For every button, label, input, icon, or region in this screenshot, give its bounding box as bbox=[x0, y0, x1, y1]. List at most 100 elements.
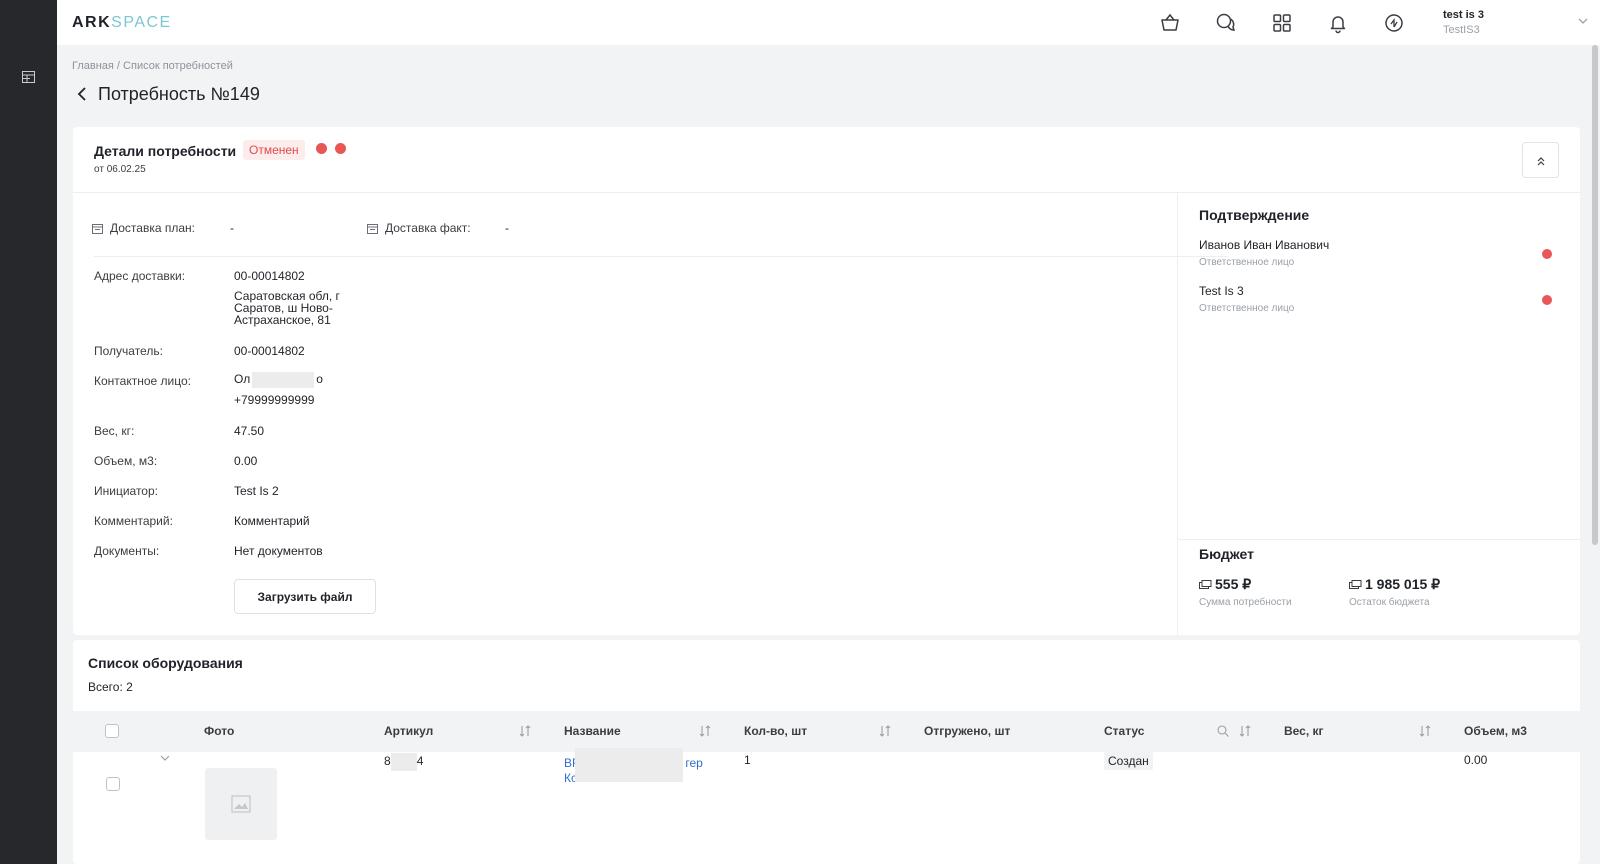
sort-icon[interactable] bbox=[518, 724, 532, 738]
collapse-button[interactable] bbox=[1522, 142, 1559, 178]
documents-value: Нет документов bbox=[234, 544, 323, 558]
need-sum-label: Сумма потребности bbox=[1199, 597, 1292, 608]
budget-title: Бюджет bbox=[1199, 546, 1254, 562]
back-arrow-icon[interactable] bbox=[74, 86, 90, 102]
budget-remaining-label: Остаток бюджета bbox=[1349, 597, 1430, 608]
image-placeholder-icon bbox=[231, 795, 251, 813]
status-dot bbox=[316, 143, 327, 154]
weight-value: 47.50 bbox=[234, 424, 265, 438]
chat-icon[interactable] bbox=[1215, 12, 1237, 34]
breadcrumb-current[interactable]: Список потребностей bbox=[123, 60, 233, 72]
sidebar bbox=[0, 0, 57, 864]
select-all-checkbox[interactable] bbox=[105, 724, 119, 738]
column-header-quantity[interactable]: Кол-во, шт bbox=[744, 724, 807, 738]
delivery-fact-label: Доставка факт: bbox=[385, 221, 471, 235]
comment-label: Комментарий: bbox=[94, 514, 173, 528]
recipient-value: 00-00014802 bbox=[234, 344, 305, 358]
divider bbox=[73, 192, 1580, 193]
details-title: Детали потребности bbox=[94, 143, 237, 159]
sort-icon[interactable] bbox=[878, 724, 892, 738]
column-header-name[interactable]: Название bbox=[564, 724, 621, 738]
volume-label: Объем, м3: bbox=[94, 454, 158, 468]
equipment-total: Всего: 2 bbox=[88, 680, 133, 694]
chevron-down-icon[interactable] bbox=[160, 754, 170, 762]
confirmer-name: Иванов Иван Иванович bbox=[1199, 238, 1330, 252]
row-status-badge: Создан bbox=[1104, 752, 1153, 770]
redacted-block bbox=[575, 748, 683, 782]
column-header-status[interactable]: Статус bbox=[1104, 724, 1144, 738]
need-sum: 555 ₽ bbox=[1199, 576, 1251, 593]
table-icon[interactable] bbox=[22, 71, 35, 83]
sort-icon[interactable] bbox=[1418, 724, 1432, 738]
divider bbox=[1177, 193, 1178, 635]
column-header-shipped: Отгружено, шт bbox=[924, 724, 1011, 738]
apps-grid-icon[interactable] bbox=[1271, 12, 1293, 34]
calendar-icon bbox=[367, 224, 378, 234]
delivery-fact-value: - bbox=[505, 221, 509, 235]
contact-label: Контактное лицо: bbox=[94, 374, 191, 388]
confirmer-role: Ответственное лицо bbox=[1199, 257, 1295, 268]
details-date: от 06.02.25 bbox=[94, 164, 146, 175]
table-header: Фото Артикул Название Кол-во, шт Отгруже… bbox=[73, 711, 1580, 752]
cell-volume: 0.00 bbox=[1464, 753, 1488, 767]
status-dot bbox=[335, 143, 346, 154]
sort-icon[interactable] bbox=[698, 724, 712, 738]
budget-remaining: 1 985 015 ₽ bbox=[1349, 576, 1440, 593]
redacted-block bbox=[252, 372, 315, 388]
bell-icon[interactable] bbox=[1327, 12, 1349, 34]
redacted-block bbox=[390, 753, 417, 771]
status-badge: Отменен bbox=[243, 140, 305, 160]
volume-value: 0.00 bbox=[234, 454, 258, 468]
chevrons-up-icon bbox=[1537, 157, 1545, 166]
equipment-list-card: Список оборудования Всего: 2 Фото Артику… bbox=[73, 640, 1580, 864]
delivery-plan-value: - bbox=[230, 221, 234, 235]
divider bbox=[1177, 539, 1580, 540]
confirmer-name: Test Is 3 bbox=[1199, 284, 1244, 298]
scrollbar[interactable] bbox=[1590, 45, 1600, 864]
search-icon[interactable] bbox=[1216, 724, 1230, 738]
row-checkbox[interactable] bbox=[106, 777, 120, 791]
scrollbar-thumb[interactable] bbox=[1592, 45, 1598, 545]
initiator-label: Инициатор: bbox=[94, 484, 158, 498]
address-label: Адрес доставки: bbox=[94, 269, 186, 283]
logo[interactable]: ARKSPACE bbox=[72, 14, 172, 32]
basket-icon[interactable] bbox=[1159, 12, 1181, 34]
column-header-article[interactable]: Артикул bbox=[384, 724, 433, 738]
cell-quantity: 1 bbox=[744, 753, 751, 767]
money-icon bbox=[1349, 580, 1362, 590]
column-header-photo: Фото bbox=[204, 724, 235, 738]
upload-file-button[interactable]: Загрузить файл bbox=[234, 579, 376, 614]
page-title: Потребность №149 bbox=[98, 84, 260, 104]
column-header-weight[interactable]: Вес, кг bbox=[1284, 724, 1324, 738]
user-name: test is 3 bbox=[1443, 9, 1484, 21]
breadcrumb: Главная / Список потребностей bbox=[72, 60, 233, 72]
money-icon bbox=[1199, 580, 1212, 590]
address-line: Астраханское, 81 bbox=[234, 313, 331, 327]
delivery-plan-label: Доставка план: bbox=[110, 221, 196, 235]
column-header-volume: Объем, м3 bbox=[1464, 724, 1527, 738]
weight-label: Вес, кг: bbox=[94, 424, 135, 438]
contact-name: Ол о bbox=[234, 372, 323, 388]
sort-icon[interactable] bbox=[1238, 724, 1252, 738]
contact-phone: +79999999999 bbox=[234, 393, 315, 407]
breadcrumb-separator: / bbox=[113, 60, 124, 72]
calendar-icon bbox=[92, 224, 103, 234]
breadcrumb-home[interactable]: Главная bbox=[72, 60, 114, 72]
sync-icon[interactable] bbox=[1383, 12, 1405, 34]
need-details-card: Детали потребности от 06.02.25 Отменен Д… bbox=[73, 127, 1580, 635]
documents-label: Документы: bbox=[94, 544, 160, 558]
comment-value: Комментарий bbox=[234, 514, 310, 528]
product-photo-placeholder bbox=[205, 768, 277, 840]
initiator-value: Test Is 2 bbox=[234, 484, 279, 498]
confirmation-status-dot bbox=[1542, 295, 1552, 305]
equipment-title: Список оборудования bbox=[88, 655, 243, 671]
address-code: 00-00014802 bbox=[234, 269, 305, 283]
user-menu[interactable]: test is 3 TestIS3 bbox=[1443, 9, 1588, 37]
confirmer-role: Ответственное лицо bbox=[1199, 303, 1295, 314]
chevron-down-icon bbox=[1578, 18, 1588, 24]
confirmation-title: Подтверждение bbox=[1199, 207, 1310, 223]
recipient-label: Получатель: bbox=[94, 344, 163, 358]
divider bbox=[94, 256, 1228, 257]
top-bar: ARKSPACE test is 3 TestIS3 bbox=[57, 0, 1600, 45]
cell-article: 84 bbox=[384, 753, 423, 771]
